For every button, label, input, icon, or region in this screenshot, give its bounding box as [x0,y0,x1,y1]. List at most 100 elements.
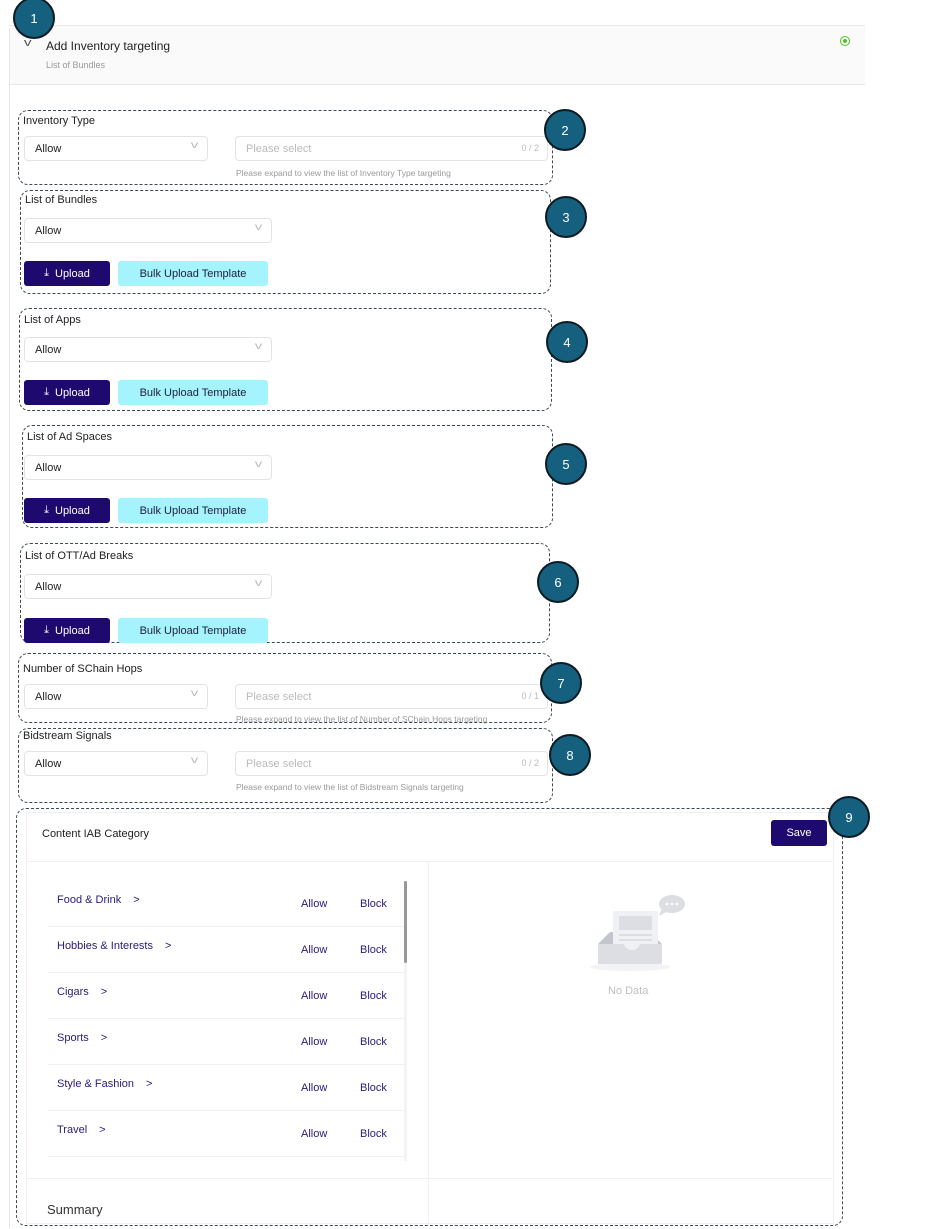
category-name: Cigars [57,986,89,998]
category-label[interactable]: Hobbies & Interests > [57,940,171,952]
step-marker: 4 [546,321,588,363]
category-label[interactable]: Travel > [57,1124,106,1136]
step-marker: 6 [537,561,579,603]
placeholder: Please select [246,143,312,155]
chevron-down-icon: v [190,755,199,766]
placeholder: Please select [246,691,312,703]
chevron-right-icon[interactable]: > [146,1078,152,1090]
select-value: Allow [35,225,62,237]
upload-icon: ⤓ [44,504,49,516]
bulk-upload-template-button[interactable]: Bulk Upload Template [118,498,268,523]
bulk-upload-template-button[interactable]: Bulk Upload Template [118,618,268,643]
step-marker: 3 [545,196,587,238]
chevron-right-icon[interactable]: > [101,1032,107,1044]
upload-button[interactable]: ⤓ Upload [24,498,110,523]
iab-title: Content IAB Category [42,828,150,840]
selection-count: 0 / 1 [521,691,539,701]
allow-link[interactable]: Allow [301,1082,327,1094]
collapse-header[interactable]: v Add Inventory targeting List of Bundle… [10,25,865,85]
select-value: Allow [35,758,62,770]
chevron-down-icon: v [254,222,263,233]
header-subtitle: List of Bundles [46,60,106,70]
section-label: List of Bundles [25,194,98,206]
select-value: Allow [35,581,62,593]
allow-block-select[interactable]: Allow v [24,684,208,709]
upload-label: Upload [55,267,90,280]
upload-icon: ⤓ [44,624,49,636]
allow-block-select[interactable]: Allow v [24,337,272,362]
step-marker: 9 [828,796,870,838]
allow-block-select[interactable]: Allow v [24,574,272,599]
allow-link[interactable]: Allow [301,1036,327,1048]
radio-checked-icon [840,36,850,46]
select-value: Allow [35,143,62,155]
section-label: Inventory Type [23,115,95,127]
save-button[interactable]: Save [771,820,827,846]
targeting-multiselect[interactable]: Please select 0 / 2 [235,136,548,161]
category-row[interactable]: Hobbies & Interests > Allow Block [48,926,404,973]
placeholder: Please select [246,758,312,770]
block-link[interactable]: Block [360,1128,387,1140]
chevron-down-icon: v [254,341,263,352]
chevron-right-icon[interactable]: > [165,940,171,952]
category-name: Travel [57,1124,88,1136]
allow-link[interactable]: Allow [301,944,327,956]
upload-button[interactable]: ⤓ Upload [24,618,110,643]
chevron-right-icon[interactable]: > [101,986,107,998]
allow-block-select[interactable]: Allow v [24,218,272,243]
section-label: List of Apps [24,314,81,326]
block-link[interactable]: Block [360,1036,387,1048]
select-value: Allow [35,691,62,703]
allow-link[interactable]: Allow [301,990,327,1002]
divider [428,861,429,1223]
divider [26,861,834,862]
targeting-multiselect[interactable]: Please select 0 / 2 [235,751,548,776]
step-marker: 7 [540,662,582,704]
block-link[interactable]: Block [360,1082,387,1094]
category-label[interactable]: Style & Fashion > [57,1078,152,1090]
upload-button[interactable]: ⤓ Upload [24,261,110,286]
category-name: Hobbies & Interests [57,940,153,952]
category-row[interactable]: Cigars > Allow Block [48,972,404,1019]
hint-text: Please expand to view the list of Bidstr… [236,782,464,792]
block-link[interactable]: Block [360,990,387,1002]
selection-count: 0 / 2 [521,758,539,768]
section-label: Number of SChain Hops [23,663,143,675]
step-marker: 5 [545,443,587,485]
bulk-upload-template-button[interactable]: Bulk Upload Template [118,380,268,405]
upload-icon: ⤓ [44,267,49,279]
upload-button[interactable]: ⤓ Upload [24,380,110,405]
block-link[interactable]: Block [360,898,387,910]
panel-left-border [9,28,10,1228]
allow-block-select[interactable]: Allow v [24,455,272,480]
empty-text: No Data [608,985,649,997]
selection-count: 0 / 2 [521,143,539,153]
chevron-right-icon[interactable]: > [99,1124,105,1136]
scrollbar-thumb[interactable] [404,881,407,963]
category-label[interactable]: Cigars > [57,986,107,998]
chevron-down-icon: v [254,578,263,589]
allow-block-select[interactable]: Allow v [24,751,208,776]
category-row[interactable]: Style & Fashion > Allow Block [48,1064,404,1111]
category-row[interactable]: Sports > Allow Block [48,1018,404,1065]
select-value: Allow [35,344,62,356]
empty-inbox-icon [590,895,685,971]
block-link[interactable]: Block [360,944,387,956]
step-marker: 2 [544,109,586,151]
divider [26,1178,832,1179]
upload-label: Upload [55,624,90,637]
category-label[interactable]: Sports > [57,1032,107,1044]
allow-block-select[interactable]: Allow v [24,136,208,161]
category-label[interactable]: Food & Drink > [57,894,140,906]
allow-link[interactable]: Allow [301,898,327,910]
allow-link[interactable]: Allow [301,1128,327,1140]
bulk-upload-template-button[interactable]: Bulk Upload Template [118,261,268,286]
category-name: Food & Drink [57,894,122,906]
targeting-multiselect[interactable]: Please select 0 / 1 [235,684,548,709]
category-name: Sports [57,1032,89,1044]
section-label: List of Ad Spaces [27,431,112,443]
category-row[interactable]: Food & Drink > Allow Block [48,880,404,927]
chevron-down-icon: v [190,140,199,151]
chevron-right-icon[interactable]: > [133,894,139,906]
category-row[interactable]: Travel > Allow Block [48,1110,404,1157]
